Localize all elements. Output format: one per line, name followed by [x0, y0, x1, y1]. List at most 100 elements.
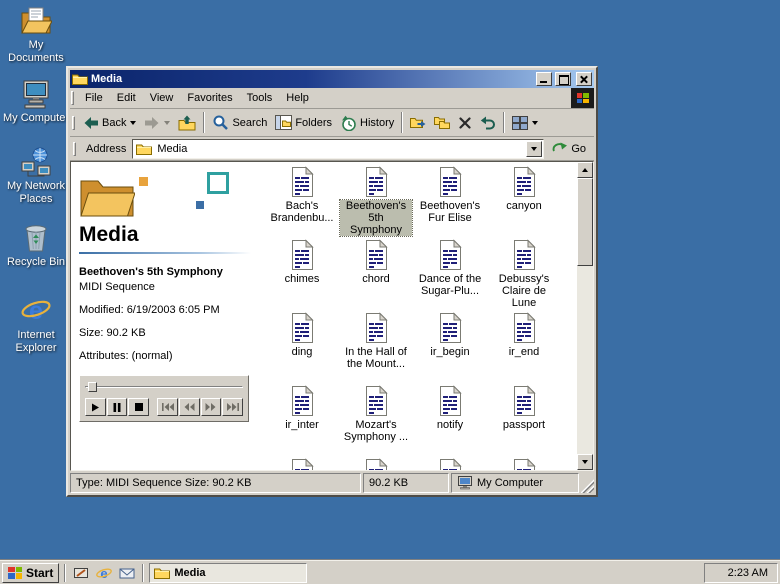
file-item[interactable]: ding — [265, 312, 339, 385]
file-item-selected[interactable]: Beethoven's 5th Symphony — [339, 166, 413, 239]
file-item-partial[interactable] — [265, 458, 339, 470]
play-button[interactable] — [85, 398, 106, 416]
file-item[interactable]: Bach's Brandenbu... — [265, 166, 339, 239]
seek-slider[interactable] — [85, 384, 243, 391]
desktop-icon-label: My Computer — [3, 112, 69, 125]
play-icon — [91, 403, 100, 412]
quick-launch-outlook-express[interactable] — [117, 563, 137, 583]
go-arrow-icon — [552, 142, 568, 156]
folders-button[interactable]: Folders — [271, 111, 336, 135]
address-grip[interactable] — [73, 142, 76, 156]
search-button[interactable]: Search — [208, 111, 271, 135]
desktop-icon-my-documents[interactable]: My Documents — [2, 5, 70, 65]
skip-end-button[interactable] — [222, 398, 243, 416]
back-dropdown-icon[interactable] — [130, 121, 136, 125]
file-item[interactable]: Mozart's Symphony ... — [339, 385, 413, 458]
menu-favorites[interactable]: Favorites — [180, 89, 239, 107]
file-item[interactable]: Debussy's Claire de Lune — [487, 239, 561, 312]
file-item[interactable]: chimes — [265, 239, 339, 312]
maximize-button[interactable] — [555, 72, 571, 86]
desktop-icon-my-computer[interactable]: My Computer — [2, 78, 70, 125]
address-dropdown-button[interactable] — [526, 141, 542, 157]
scrollbar-thumb[interactable] — [577, 178, 593, 266]
file-item[interactable]: chord — [339, 239, 413, 312]
menu-view[interactable]: View — [143, 89, 181, 107]
delete-button[interactable] — [454, 111, 476, 135]
file-item[interactable]: notify — [413, 385, 487, 458]
desktop-icon-recycle-bin[interactable]: Recycle Bin — [2, 222, 70, 269]
file-item-partial[interactable] — [487, 458, 561, 470]
file-item-partial[interactable] — [339, 458, 413, 470]
undo-arrow-icon — [480, 116, 496, 130]
seek-thumb[interactable] — [88, 382, 97, 392]
file-item[interactable]: Beethoven's Fur Elise — [413, 166, 487, 239]
stop-button[interactable] — [128, 398, 149, 416]
pause-button[interactable] — [107, 398, 128, 416]
windows-flag-icon — [577, 93, 589, 103]
go-label: Go — [571, 143, 586, 155]
file-item-partial[interactable] — [413, 458, 487, 470]
file-item[interactable]: ir_end — [487, 312, 561, 385]
up-button[interactable] — [174, 111, 200, 135]
show-desktop-icon — [73, 565, 89, 581]
search-icon — [212, 114, 229, 131]
undo-button[interactable] — [476, 111, 500, 135]
skip-start-button[interactable] — [157, 398, 178, 416]
resize-grip[interactable] — [581, 473, 594, 493]
titlebar[interactable]: Media — [70, 70, 594, 88]
task-label: Media — [174, 567, 205, 579]
file-label: notify — [435, 419, 465, 431]
go-button[interactable]: Go — [546, 138, 592, 160]
taskbar-task-media[interactable]: Media — [149, 563, 307, 583]
file-label: canyon — [504, 200, 543, 212]
file-item[interactable]: In the Hall of the Mount... — [339, 312, 413, 385]
scrollbar-track[interactable] — [577, 178, 593, 454]
midi-file-icon — [360, 458, 392, 470]
views-dropdown-icon[interactable] — [532, 121, 538, 125]
file-item[interactable]: Dance of the Sugar-Plu... — [413, 239, 487, 312]
forward-button[interactable] — [140, 111, 174, 135]
status-bar: Type: MIDI Sequence Size: 90.2 KB 90.2 K… — [70, 473, 594, 493]
close-button[interactable] — [576, 72, 592, 86]
midi-file-icon — [286, 312, 318, 344]
file-item[interactable]: passport — [487, 385, 561, 458]
desktop-icon-internet-explorer[interactable]: e Internet Explorer — [2, 295, 70, 355]
quick-launch-internet-explorer[interactable]: e — [94, 563, 114, 583]
back-button[interactable]: Back — [79, 111, 140, 135]
scroll-up-button[interactable] — [577, 162, 593, 178]
system-tray[interactable]: 2:23 AM — [704, 563, 778, 583]
minimize-button[interactable] — [536, 72, 552, 86]
vertical-scrollbar[interactable] — [577, 162, 593, 470]
scroll-down-button[interactable] — [577, 454, 593, 470]
history-button[interactable]: History — [336, 111, 398, 135]
copy-to-button[interactable] — [430, 111, 454, 135]
rewind-button[interactable] — [179, 398, 200, 416]
fast-forward-button[interactable] — [201, 398, 222, 416]
midi-file-icon — [508, 385, 540, 417]
folder-content: Media Beethoven's 5th Symphony MIDI Sequ… — [70, 161, 594, 471]
forward-arrow-icon — [144, 115, 160, 131]
move-to-button[interactable] — [406, 111, 430, 135]
file-item[interactable]: ir_begin — [413, 312, 487, 385]
quick-launch-show-desktop[interactable] — [71, 563, 91, 583]
seek-track — [85, 386, 243, 388]
file-item[interactable]: canyon — [487, 166, 561, 239]
file-item[interactable]: ir_inter — [265, 385, 339, 458]
toolbar-grip[interactable] — [72, 116, 75, 130]
file-label: Bach's Brandenbu... — [266, 200, 338, 224]
desktop-icon-my-network-places[interactable]: My Network Places — [2, 146, 70, 206]
address-input[interactable]: Media — [132, 139, 544, 159]
menu-edit[interactable]: Edit — [110, 89, 143, 107]
fast-forward-icon — [205, 403, 216, 411]
forward-dropdown-icon[interactable] — [164, 121, 170, 125]
menu-file[interactable]: File — [78, 89, 110, 107]
menu-help[interactable]: Help — [279, 89, 316, 107]
start-button[interactable]: Start — [2, 563, 59, 583]
menu-grip[interactable] — [71, 91, 74, 105]
windows-brand-logo — [571, 88, 594, 108]
desktop[interactable]: My Documents My Computer My Network Plac… — [0, 0, 780, 584]
views-button[interactable] — [508, 111, 542, 135]
desktop-icon-label: Internet Explorer — [2, 329, 70, 355]
menu-tools[interactable]: Tools — [240, 89, 280, 107]
standard-buttons-toolbar: Back Search — [70, 109, 594, 137]
